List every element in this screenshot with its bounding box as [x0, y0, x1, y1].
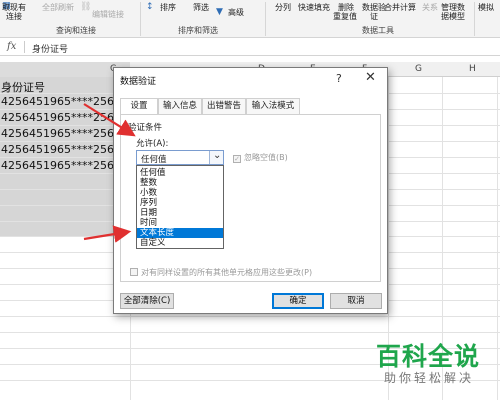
allow-select-value: 任何值 — [141, 155, 167, 165]
allow-dropdown-list: 任何值 整数 小数 序列 日期 时间 文本长度 自定义 — [136, 165, 224, 249]
formula-bar: fx 身份证号 — [0, 38, 500, 56]
grid-line — [0, 332, 500, 333]
tab-input-message[interactable]: 输入信息 — [158, 98, 202, 114]
relationships-button[interactable]: 关系 — [422, 3, 438, 12]
apply-all-label: 对有同样设置的所有其他单元格应用这些更改(P) — [141, 268, 313, 277]
grid-line — [0, 316, 500, 317]
flash-fill-button[interactable]: 快速填充 — [298, 3, 330, 12]
option-date[interactable]: 日期 — [137, 208, 223, 218]
remove-duplicates-button[interactable]: 删除 — [338, 3, 354, 12]
formula-input[interactable]: 身份证号 — [32, 42, 68, 55]
ribbon-separator — [265, 2, 266, 36]
apply-all-checkbox[interactable]: 对有同样设置的所有其他单元格应用这些更改(P) — [130, 267, 312, 278]
option-text-length[interactable]: 文本长度 — [137, 228, 223, 238]
dialog-title: 数据验证 — [120, 77, 157, 87]
cell-id-5[interactable]: 4256451965****2566 — [1, 159, 121, 172]
ribbon-existing[interactable]: 取现有 — [2, 3, 26, 12]
ribbon-separator — [474, 2, 475, 36]
checkbox-checked-icon: ✓ — [233, 155, 241, 163]
data-validation-dialog: 数据验证 ? ✕ 设置 输入信息 出错警告 输入法模式 验证条件 允许(A): … — [113, 67, 388, 314]
tab-ime-mode[interactable]: 输入法模式 — [246, 98, 300, 114]
allow-label: 允许(A): — [136, 139, 169, 149]
fx-icon[interactable]: fx — [7, 41, 16, 52]
edit-links-icon: ⛓ — [80, 2, 92, 12]
ribbon: ▦ 取现有 连接 全部刷新 ⛓ 编辑链接 查询和连接 ↕ 排序 筛选 ▼ 高级 … — [0, 0, 500, 38]
data-validation-label: 证 — [370, 12, 378, 21]
help-icon[interactable]: ? — [336, 72, 342, 85]
data-validation-button[interactable]: 数据验 — [362, 3, 386, 12]
cell-id-3[interactable]: 4256451965****2564 — [1, 127, 121, 140]
option-decimal[interactable]: 小数 — [137, 188, 223, 198]
ribbon-edit-links[interactable]: 编辑链接 — [92, 10, 124, 19]
cell-id-1[interactable]: 4256451965****2562 — [1, 95, 121, 108]
chevron-down-icon: ⌄ — [213, 150, 222, 161]
allow-select-button[interactable]: ⌄ — [209, 150, 223, 164]
ignore-blank-checkbox[interactable]: ✓ 忽略空值(B) — [233, 152, 288, 163]
manage-data-model-label: 据模型 — [441, 12, 465, 21]
option-whole-number[interactable]: 整数 — [137, 178, 223, 188]
watermark-brand: 百科全说 — [376, 342, 481, 371]
checkbox-icon — [130, 268, 138, 276]
filter-button[interactable]: 筛选 — [193, 3, 209, 12]
group-sort-filter: 排序和筛选 — [178, 26, 218, 35]
group-query-connections: 查询和连接 — [56, 26, 96, 35]
text-to-columns-button[interactable]: 分列 — [275, 3, 291, 12]
column-header-g[interactable]: G — [415, 64, 422, 74]
ribbon-connections[interactable]: 连接 — [6, 12, 22, 21]
ignore-blank-label: 忽略空值(B) — [244, 153, 288, 162]
consolidate-button[interactable]: 合并计算 — [384, 3, 416, 12]
watermark-slogan: 助你轻松解决 — [384, 371, 475, 385]
cell-header[interactable]: 身份证号 — [1, 79, 45, 95]
sort-button[interactable]: 排序 — [160, 3, 176, 12]
allow-select[interactable]: 任何值 ⌄ — [136, 150, 224, 165]
advanced-filter-icon: ▼ — [216, 7, 223, 17]
advanced-button[interactable]: 高级 — [228, 8, 244, 17]
tab-error-alert[interactable]: 出错警告 — [202, 98, 246, 114]
formula-bar-separator — [24, 41, 25, 53]
option-list[interactable]: 序列 — [137, 198, 223, 208]
cell-id-4[interactable]: 4256451965****2565 — [1, 143, 121, 156]
settings-panel: 验证条件 允许(A): 任何值 ⌄ ✓ 忽略空值(B) 任何值 整数 小数 序列 … — [120, 114, 381, 282]
tab-settings[interactable]: 设置 — [120, 98, 158, 115]
option-any-value[interactable]: 任何值 — [137, 168, 223, 178]
cell-id-2[interactable]: 4256451965****2563 — [1, 111, 121, 124]
column-header-h[interactable]: H — [469, 64, 476, 74]
cancel-button[interactable]: 取消 — [330, 293, 382, 309]
manage-data-model-button[interactable]: 管理数 — [441, 3, 465, 12]
clear-all-button[interactable]: 全部清除(C) — [120, 293, 174, 309]
group-data-tools: 数据工具 — [362, 26, 394, 35]
remove-duplicates-label: 重复值 — [333, 12, 357, 21]
close-icon[interactable]: ✕ — [365, 70, 376, 85]
option-custom[interactable]: 自定义 — [137, 238, 223, 248]
option-time[interactable]: 时间 — [137, 218, 223, 228]
ribbon-separator — [140, 2, 141, 36]
validation-criteria-label: 验证条件 — [128, 123, 163, 133]
ribbon-refresh-all[interactable]: 全部刷新 — [42, 3, 74, 12]
ok-button[interactable]: 确定 — [272, 293, 324, 309]
sort-az-icon: ↕ — [146, 2, 154, 12]
what-if-button[interactable]: 模拟 — [478, 3, 494, 12]
